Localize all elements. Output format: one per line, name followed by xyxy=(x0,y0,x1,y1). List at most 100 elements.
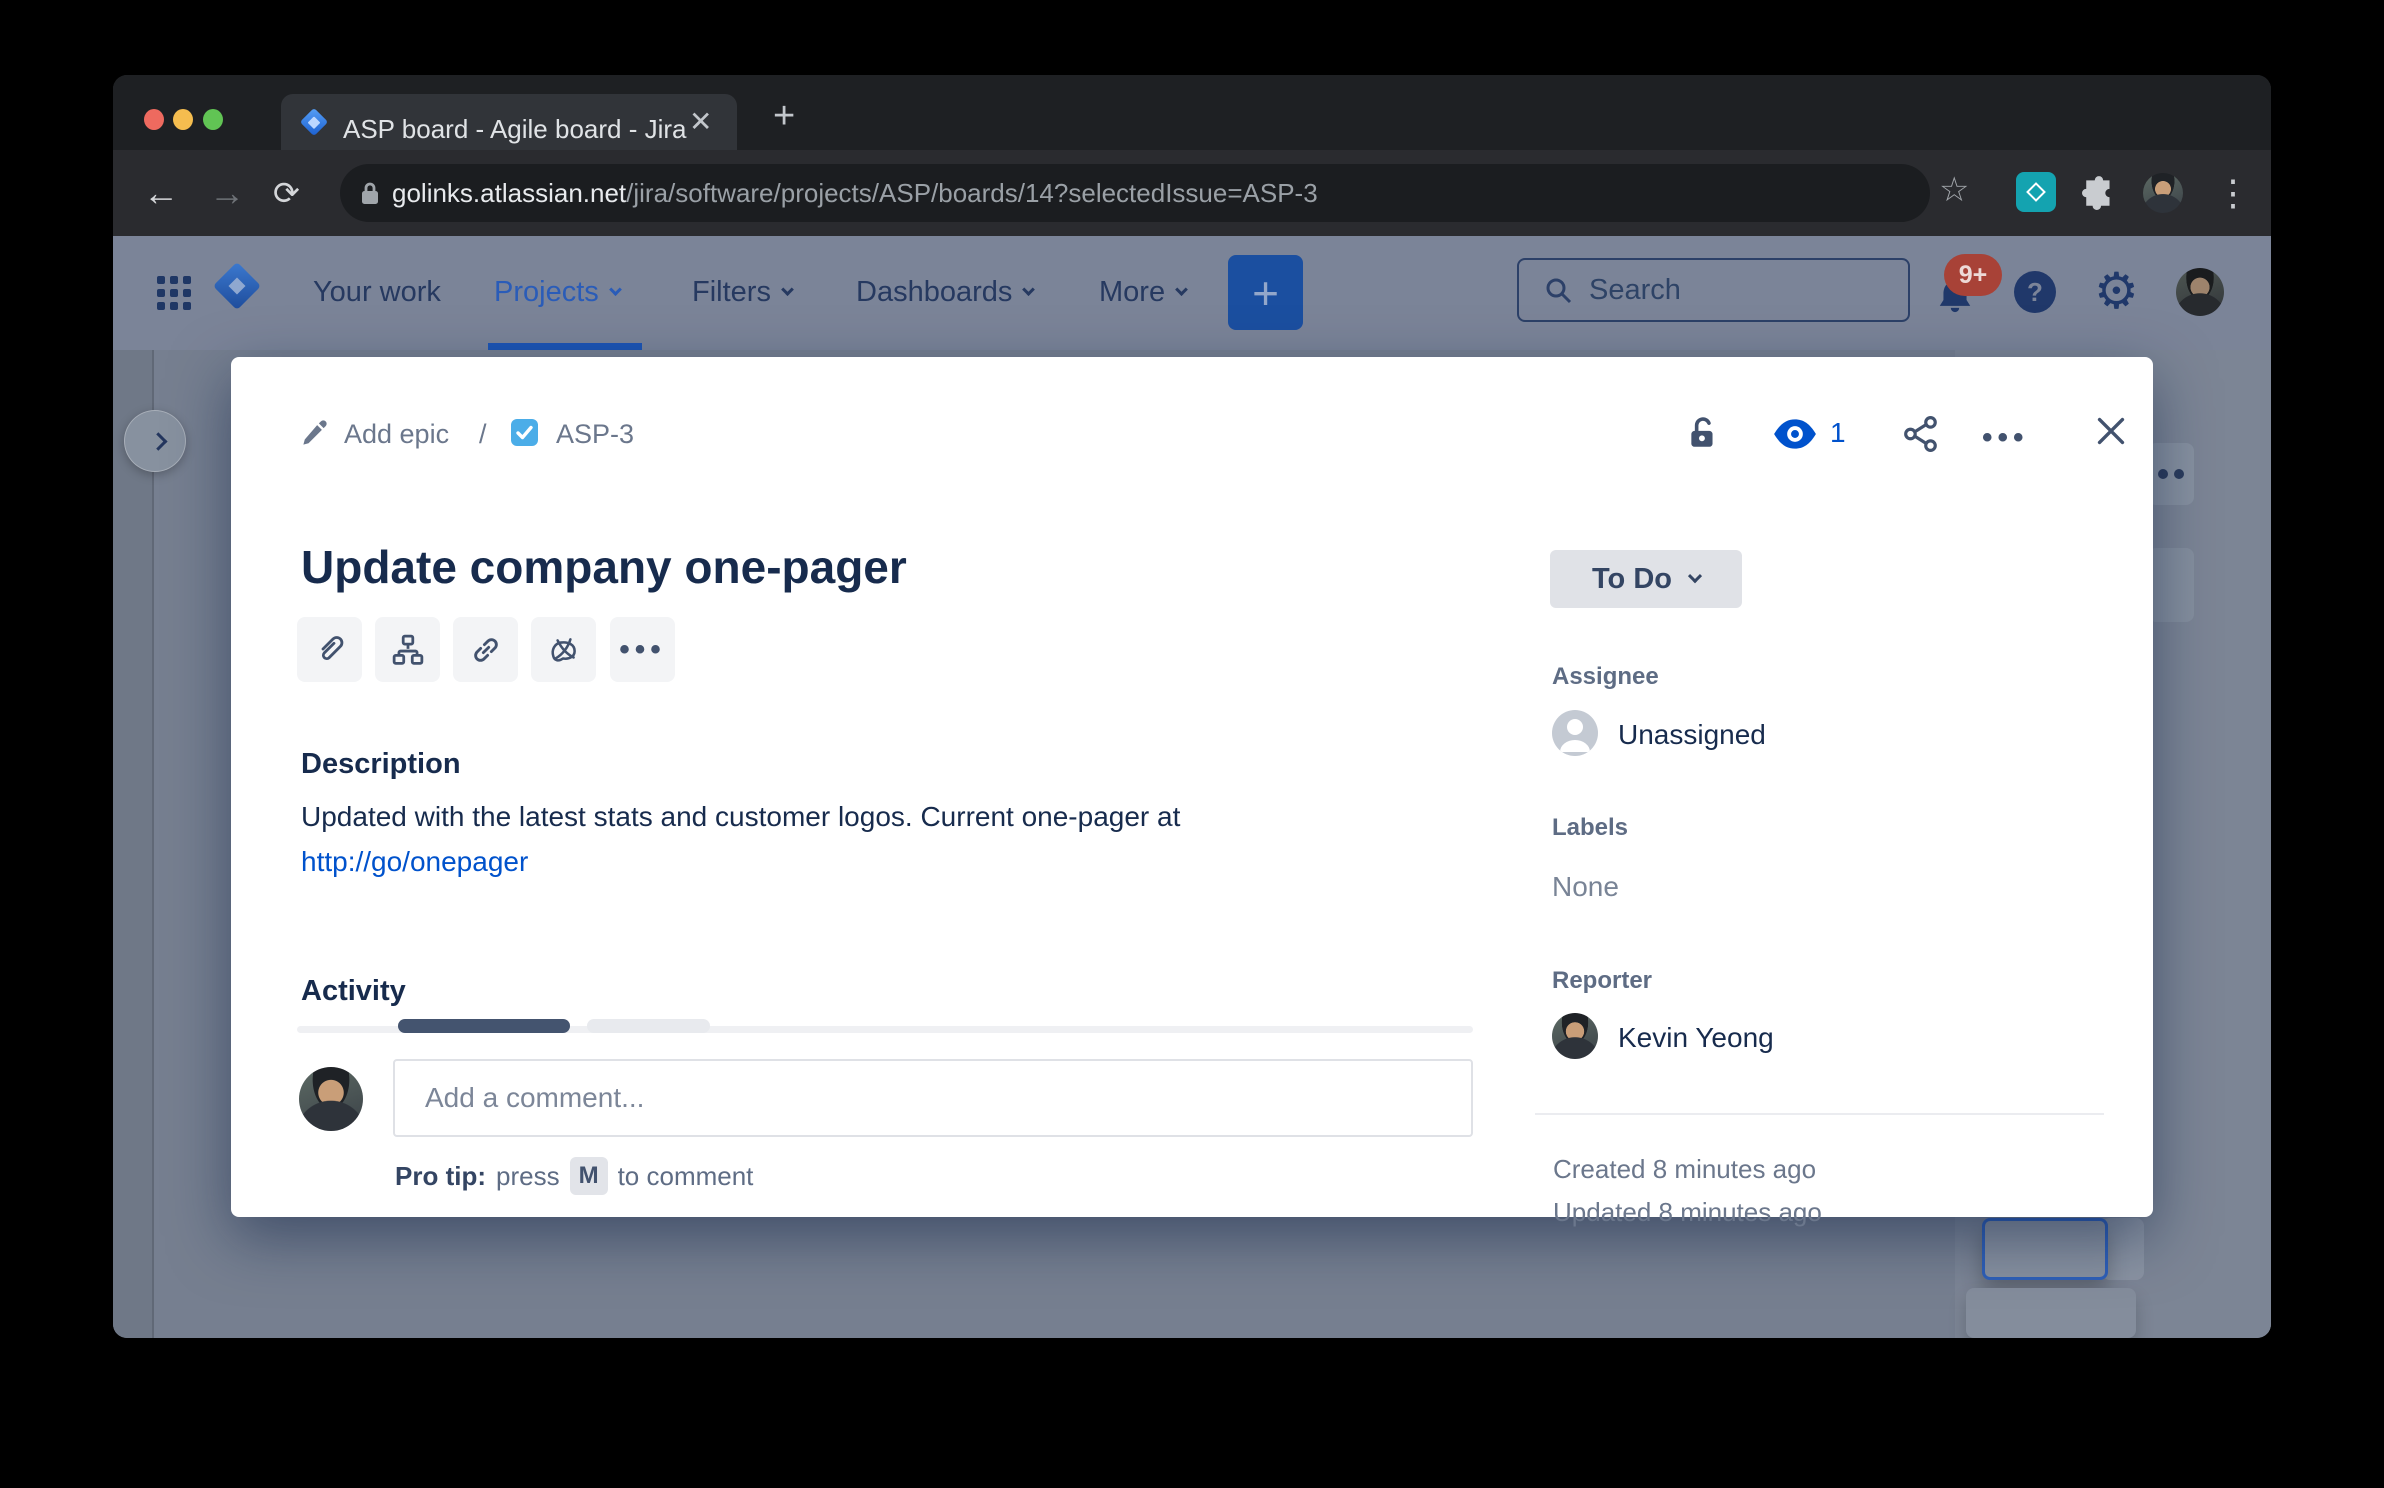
comment-protip: Pro tip: press M to comment xyxy=(395,1157,753,1195)
nav-your-work[interactable]: Your work xyxy=(313,276,441,309)
reload-icon[interactable]: ⟳ xyxy=(273,174,300,212)
reporter-value[interactable]: Kevin Yeong xyxy=(1618,1022,1774,1054)
labels-label: Labels xyxy=(1552,814,1628,842)
column-menu-button[interactable] xyxy=(2148,443,2194,505)
nav-projects[interactable]: Projects xyxy=(494,276,620,309)
labels-value[interactable]: None xyxy=(1552,871,1619,903)
created-timestamp: Created 8 minutes ago xyxy=(1553,1154,1816,1185)
tab-strip: ASP board - Agile board - Jira ✕ + xyxy=(113,75,2271,150)
jira-profile-avatar[interactable] xyxy=(2176,268,2224,316)
assignee-value[interactable]: Unassigned xyxy=(1618,719,1766,751)
link-issue-button[interactable] xyxy=(453,617,518,682)
activity-tab-selected[interactable] xyxy=(398,1019,570,1033)
help-button[interactable]: ? xyxy=(2014,271,2056,313)
minimize-window-button[interactable] xyxy=(173,109,193,130)
activity-tab[interactable] xyxy=(587,1019,710,1033)
chevron-down-icon xyxy=(1175,283,1188,296)
create-issue-button[interactable]: + xyxy=(1228,255,1303,330)
browser-toolbar: ← → ⟳ golinks.atlassian.net/jira/softwar… xyxy=(113,150,2271,236)
watchers-count: 1 xyxy=(1830,419,1846,447)
add-comment-input[interactable]: Add a comment... xyxy=(393,1059,1473,1137)
updated-timestamp: Updated 8 minutes ago xyxy=(1553,1197,1822,1228)
settings-gear-icon[interactable]: ⚙ xyxy=(2094,262,2139,320)
reporter-avatar xyxy=(1552,1013,1598,1059)
screen: ASP board - Agile board - Jira ✕ + ← → ⟳… xyxy=(0,0,2384,1488)
board-card-selected[interactable] xyxy=(1982,1218,2108,1280)
active-nav-underline xyxy=(488,343,642,350)
status-label: To Do xyxy=(1592,563,1672,596)
expand-sidebar-button[interactable] xyxy=(124,410,186,472)
assignee-label: Assignee xyxy=(1552,663,1659,691)
description-link[interactable]: http://go/onepager xyxy=(301,846,528,878)
reporter-label: Reporter xyxy=(1552,967,1652,995)
browser-profile-avatar[interactable] xyxy=(2143,173,2183,213)
comment-placeholder: Add a comment... xyxy=(425,1082,644,1114)
more-actions-button[interactable]: ••• xyxy=(610,617,675,682)
paperclip-icon xyxy=(314,633,346,667)
close-window-button[interactable] xyxy=(144,109,164,130)
current-user-avatar xyxy=(299,1067,363,1131)
issue-title[interactable]: Update company one-pager xyxy=(301,540,907,594)
jira-favicon-icon xyxy=(299,107,329,137)
collapsed-sidebar xyxy=(113,350,152,1338)
add-child-issue-button[interactable] xyxy=(375,617,440,682)
global-search-input[interactable]: Search xyxy=(1517,258,1910,322)
nav-dashboards[interactable]: Dashboards xyxy=(856,276,1033,309)
chevron-down-icon xyxy=(781,283,794,296)
protip-key: M xyxy=(570,1157,608,1195)
more-actions-icon[interactable]: ••• xyxy=(1982,423,2029,453)
chevron-right-icon xyxy=(149,432,167,450)
issue-detail-modal: Add epic / ASP-3 1 xyxy=(231,357,2153,1217)
back-icon[interactable]: ← xyxy=(143,172,179,214)
breadcrumb-separator: / xyxy=(479,421,487,448)
forward-icon[interactable]: → xyxy=(209,172,245,214)
column-menu-dot xyxy=(2158,469,2168,479)
column-button[interactable] xyxy=(2148,548,2194,622)
golinks-extension-icon[interactable] xyxy=(2016,172,2056,212)
description-body[interactable]: Updated with the latest stats and custom… xyxy=(301,801,1180,833)
app-switcher-icon[interactable] xyxy=(157,276,165,284)
unassigned-avatar-icon xyxy=(1552,710,1598,756)
apps-icon xyxy=(547,634,581,666)
protip-pre: press xyxy=(496,1161,560,1192)
extensions-puzzle-icon[interactable] xyxy=(2082,174,2118,210)
link-icon xyxy=(470,634,502,666)
pencil-icon xyxy=(301,419,329,447)
status-dropdown-button[interactable]: To Do xyxy=(1550,550,1742,608)
new-tab-button[interactable]: + xyxy=(773,97,795,135)
board-card[interactable] xyxy=(2102,1218,2144,1280)
chevron-down-icon xyxy=(1688,569,1702,583)
chevron-down-icon xyxy=(1023,283,1036,296)
attach-button[interactable] xyxy=(297,617,362,682)
breadcrumb-issue-key[interactable]: ASP-3 xyxy=(556,421,634,448)
column-menu-dot xyxy=(2174,469,2184,479)
nav-filters[interactable]: Filters xyxy=(692,276,792,309)
jira-navbar: Your work Projects Filters Dashboards Mo… xyxy=(113,236,2271,350)
close-icon[interactable] xyxy=(2095,415,2127,447)
browser-tab[interactable]: ASP board - Agile board - Jira ✕ xyxy=(281,94,737,150)
zoom-window-button[interactable] xyxy=(203,109,223,130)
fields-divider xyxy=(1535,1113,2104,1115)
task-type-icon[interactable] xyxy=(511,419,538,446)
search-placeholder: Search xyxy=(1589,274,1681,307)
breadcrumb-add-epic[interactable]: Add epic xyxy=(344,421,449,448)
chevron-down-icon xyxy=(609,283,622,296)
apps-button[interactable] xyxy=(531,617,596,682)
bookmark-star-icon[interactable]: ☆ xyxy=(1939,170,1969,210)
address-bar[interactable]: golinks.atlassian.net/jira/software/proj… xyxy=(340,164,1930,222)
activity-heading: Activity xyxy=(301,975,406,1008)
share-icon[interactable] xyxy=(1902,415,1940,453)
unlock-icon[interactable] xyxy=(1687,415,1719,451)
sidebar-divider xyxy=(152,350,154,1338)
close-tab-icon[interactable]: ✕ xyxy=(689,108,712,136)
board-card[interactable] xyxy=(1966,1288,2136,1338)
subtask-tree-icon xyxy=(392,634,424,666)
nav-more[interactable]: More xyxy=(1099,276,1186,309)
notifications-badge: 9+ xyxy=(1944,254,2002,296)
browser-menu-kebab-icon[interactable]: ⋮ xyxy=(2215,172,2251,214)
tab-title: ASP board - Agile board - Jira xyxy=(343,116,686,142)
browser-window: ASP board - Agile board - Jira ✕ + ← → ⟳… xyxy=(113,75,2271,1338)
watch-eye-icon[interactable] xyxy=(1772,418,1818,450)
jira-logo-icon[interactable] xyxy=(213,262,261,310)
https-lock-icon xyxy=(360,180,380,206)
